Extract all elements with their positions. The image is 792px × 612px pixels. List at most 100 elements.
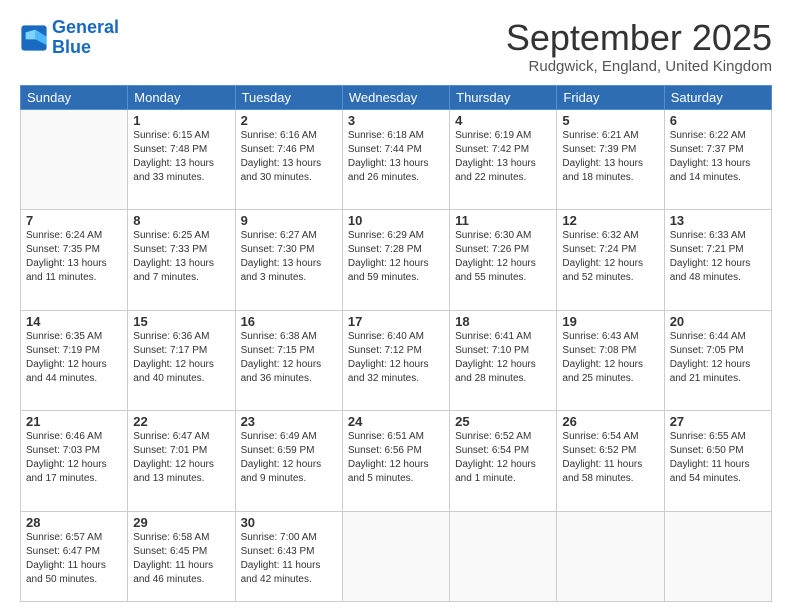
- calendar-cell: 28Sunrise: 6:57 AMSunset: 6:47 PMDayligh…: [21, 511, 128, 601]
- calendar-cell: 3Sunrise: 6:18 AMSunset: 7:44 PMDaylight…: [342, 109, 449, 210]
- calendar-cell: [450, 511, 557, 601]
- day-info: Sunrise: 6:54 AMSunset: 6:52 PMDaylight:…: [562, 430, 658, 486]
- calendar-cell: 16Sunrise: 6:38 AMSunset: 7:15 PMDayligh…: [235, 310, 342, 411]
- calendar-cell: 30Sunrise: 7:00 AMSunset: 6:43 PMDayligh…: [235, 511, 342, 601]
- calendar-cell: 4Sunrise: 6:19 AMSunset: 7:42 PMDaylight…: [450, 109, 557, 210]
- calendar-cell: [557, 511, 664, 601]
- day-number: 18: [455, 314, 551, 329]
- day-info: Sunrise: 6:49 AMSunset: 6:59 PMDaylight:…: [241, 430, 337, 486]
- day-info: Sunrise: 6:16 AMSunset: 7:46 PMDaylight:…: [241, 129, 337, 185]
- calendar-cell: [664, 511, 771, 601]
- day-info: Sunrise: 6:58 AMSunset: 6:45 PMDaylight:…: [133, 531, 229, 587]
- calendar-cell: 21Sunrise: 6:46 AMSunset: 7:03 PMDayligh…: [21, 411, 128, 512]
- day-number: 25: [455, 414, 551, 429]
- calendar-cell: 26Sunrise: 6:54 AMSunset: 6:52 PMDayligh…: [557, 411, 664, 512]
- day-info: Sunrise: 6:22 AMSunset: 7:37 PMDaylight:…: [670, 129, 766, 185]
- calendar: Sunday Monday Tuesday Wednesday Thursday…: [20, 85, 772, 602]
- day-number: 26: [562, 414, 658, 429]
- day-info: Sunrise: 6:24 AMSunset: 7:35 PMDaylight:…: [26, 229, 122, 285]
- day-info: Sunrise: 7:00 AMSunset: 6:43 PMDaylight:…: [241, 531, 337, 587]
- day-info: Sunrise: 6:25 AMSunset: 7:33 PMDaylight:…: [133, 229, 229, 285]
- day-info: Sunrise: 6:52 AMSunset: 6:54 PMDaylight:…: [455, 430, 551, 486]
- day-number: 11: [455, 213, 551, 228]
- day-number: 10: [348, 213, 444, 228]
- day-number: 20: [670, 314, 766, 329]
- day-info: Sunrise: 6:19 AMSunset: 7:42 PMDaylight:…: [455, 129, 551, 185]
- calendar-cell: 10Sunrise: 6:29 AMSunset: 7:28 PMDayligh…: [342, 210, 449, 311]
- calendar-cell: 25Sunrise: 6:52 AMSunset: 6:54 PMDayligh…: [450, 411, 557, 512]
- calendar-cell: 24Sunrise: 6:51 AMSunset: 6:56 PMDayligh…: [342, 411, 449, 512]
- day-number: 16: [241, 314, 337, 329]
- day-info: Sunrise: 6:36 AMSunset: 7:17 PMDaylight:…: [133, 330, 229, 386]
- calendar-cell: 29Sunrise: 6:58 AMSunset: 6:45 PMDayligh…: [128, 511, 235, 601]
- calendar-cell: 19Sunrise: 6:43 AMSunset: 7:08 PMDayligh…: [557, 310, 664, 411]
- calendar-cell: 2Sunrise: 6:16 AMSunset: 7:46 PMDaylight…: [235, 109, 342, 210]
- calendar-cell: [342, 511, 449, 601]
- month-title: September 2025: [506, 18, 772, 58]
- day-number: 28: [26, 515, 122, 530]
- week-row-4: 21Sunrise: 6:46 AMSunset: 7:03 PMDayligh…: [21, 411, 772, 512]
- day-number: 27: [670, 414, 766, 429]
- day-info: Sunrise: 6:38 AMSunset: 7:15 PMDaylight:…: [241, 330, 337, 386]
- day-number: 12: [562, 213, 658, 228]
- logo-icon: [20, 24, 48, 52]
- day-number: 22: [133, 414, 229, 429]
- calendar-cell: 1Sunrise: 6:15 AMSunset: 7:48 PMDaylight…: [128, 109, 235, 210]
- week-row-3: 14Sunrise: 6:35 AMSunset: 7:19 PMDayligh…: [21, 310, 772, 411]
- day-number: 13: [670, 213, 766, 228]
- day-number: 15: [133, 314, 229, 329]
- calendar-cell: 27Sunrise: 6:55 AMSunset: 6:50 PMDayligh…: [664, 411, 771, 512]
- day-info: Sunrise: 6:18 AMSunset: 7:44 PMDaylight:…: [348, 129, 444, 185]
- day-number: 1: [133, 113, 229, 128]
- calendar-cell: 7Sunrise: 6:24 AMSunset: 7:35 PMDaylight…: [21, 210, 128, 311]
- week-row-2: 7Sunrise: 6:24 AMSunset: 7:35 PMDaylight…: [21, 210, 772, 311]
- calendar-cell: 14Sunrise: 6:35 AMSunset: 7:19 PMDayligh…: [21, 310, 128, 411]
- header-saturday: Saturday: [664, 85, 771, 109]
- title-block: September 2025 Rudgwick, England, United…: [506, 18, 772, 75]
- calendar-cell: 20Sunrise: 6:44 AMSunset: 7:05 PMDayligh…: [664, 310, 771, 411]
- day-info: Sunrise: 6:33 AMSunset: 7:21 PMDaylight:…: [670, 229, 766, 285]
- weekday-header-row: Sunday Monday Tuesday Wednesday Thursday…: [21, 85, 772, 109]
- header: General Blue September 2025 Rudgwick, En…: [20, 18, 772, 75]
- calendar-cell: 8Sunrise: 6:25 AMSunset: 7:33 PMDaylight…: [128, 210, 235, 311]
- day-number: 24: [348, 414, 444, 429]
- week-row-5: 28Sunrise: 6:57 AMSunset: 6:47 PMDayligh…: [21, 511, 772, 601]
- day-info: Sunrise: 6:40 AMSunset: 7:12 PMDaylight:…: [348, 330, 444, 386]
- day-info: Sunrise: 6:41 AMSunset: 7:10 PMDaylight:…: [455, 330, 551, 386]
- day-number: 14: [26, 314, 122, 329]
- day-info: Sunrise: 6:15 AMSunset: 7:48 PMDaylight:…: [133, 129, 229, 185]
- day-number: 21: [26, 414, 122, 429]
- day-info: Sunrise: 6:27 AMSunset: 7:30 PMDaylight:…: [241, 229, 337, 285]
- calendar-cell: 15Sunrise: 6:36 AMSunset: 7:17 PMDayligh…: [128, 310, 235, 411]
- calendar-cell: 13Sunrise: 6:33 AMSunset: 7:21 PMDayligh…: [664, 210, 771, 311]
- day-number: 2: [241, 113, 337, 128]
- calendar-cell: [21, 109, 128, 210]
- location: Rudgwick, England, United Kingdom: [506, 58, 772, 75]
- day-info: Sunrise: 6:55 AMSunset: 6:50 PMDaylight:…: [670, 430, 766, 486]
- day-info: Sunrise: 6:51 AMSunset: 6:56 PMDaylight:…: [348, 430, 444, 486]
- day-info: Sunrise: 6:29 AMSunset: 7:28 PMDaylight:…: [348, 229, 444, 285]
- day-number: 17: [348, 314, 444, 329]
- day-info: Sunrise: 6:32 AMSunset: 7:24 PMDaylight:…: [562, 229, 658, 285]
- day-number: 23: [241, 414, 337, 429]
- header-thursday: Thursday: [450, 85, 557, 109]
- day-info: Sunrise: 6:43 AMSunset: 7:08 PMDaylight:…: [562, 330, 658, 386]
- page: General Blue September 2025 Rudgwick, En…: [0, 0, 792, 612]
- day-info: Sunrise: 6:46 AMSunset: 7:03 PMDaylight:…: [26, 430, 122, 486]
- day-info: Sunrise: 6:30 AMSunset: 7:26 PMDaylight:…: [455, 229, 551, 285]
- day-number: 8: [133, 213, 229, 228]
- day-info: Sunrise: 6:35 AMSunset: 7:19 PMDaylight:…: [26, 330, 122, 386]
- calendar-cell: 5Sunrise: 6:21 AMSunset: 7:39 PMDaylight…: [557, 109, 664, 210]
- calendar-cell: 12Sunrise: 6:32 AMSunset: 7:24 PMDayligh…: [557, 210, 664, 311]
- calendar-cell: 17Sunrise: 6:40 AMSunset: 7:12 PMDayligh…: [342, 310, 449, 411]
- logo-text: General Blue: [52, 18, 119, 58]
- logo: General Blue: [20, 18, 119, 58]
- day-number: 9: [241, 213, 337, 228]
- day-number: 7: [26, 213, 122, 228]
- day-number: 4: [455, 113, 551, 128]
- day-number: 5: [562, 113, 658, 128]
- week-row-1: 1Sunrise: 6:15 AMSunset: 7:48 PMDaylight…: [21, 109, 772, 210]
- calendar-cell: 6Sunrise: 6:22 AMSunset: 7:37 PMDaylight…: [664, 109, 771, 210]
- calendar-cell: 23Sunrise: 6:49 AMSunset: 6:59 PMDayligh…: [235, 411, 342, 512]
- logo-general: General: [52, 17, 119, 37]
